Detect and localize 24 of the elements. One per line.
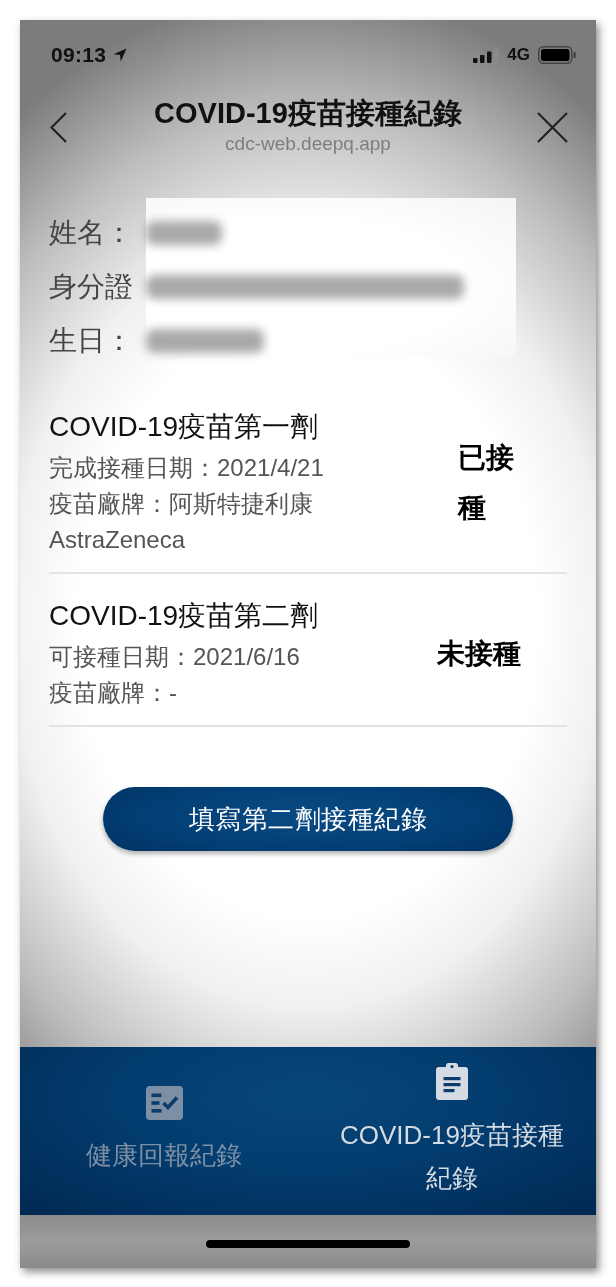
nav-tab[interactable]: COVID-19疫苗接種紀錄 (308, 1047, 596, 1215)
field-label: 姓名： (49, 216, 134, 250)
action-button[interactable]: 填寫第二劑接種紀錄 (103, 787, 513, 851)
page-url: cdc-web.deepq.app (225, 132, 391, 156)
signal-icon (473, 47, 500, 63)
dose-detail: 完成接種日期：2021/4/21 (49, 453, 325, 483)
clipboard-icon (436, 1062, 468, 1100)
dose-title: COVID-19疫苗第一劑 (49, 410, 320, 444)
network-label: 4G (507, 44, 530, 66)
battery-icon (538, 46, 576, 64)
dose-title: COVID-19疫苗第二劑 (49, 599, 319, 633)
status-time: 09:13 (51, 42, 107, 68)
dose-detail: 可接種日期：2021/6/16 (49, 642, 301, 672)
dose-detail: 疫苗廠牌：阿斯特捷利康 AstraZeneca (49, 489, 314, 555)
location-arrow-icon (113, 48, 128, 62)
field-label: 身分證 (49, 270, 134, 304)
back-icon[interactable] (50, 111, 67, 143)
close-icon[interactable] (537, 111, 568, 143)
dose-detail: 疫苗廠牌：- (49, 678, 178, 708)
checklist-icon (145, 1085, 183, 1120)
vaccination-status: 未接種 (437, 637, 522, 669)
field-label: 生日： (49, 324, 134, 358)
vaccination-status: 已接種 (458, 441, 514, 523)
page-title: COVID-19疫苗接種紀錄 (154, 96, 462, 131)
